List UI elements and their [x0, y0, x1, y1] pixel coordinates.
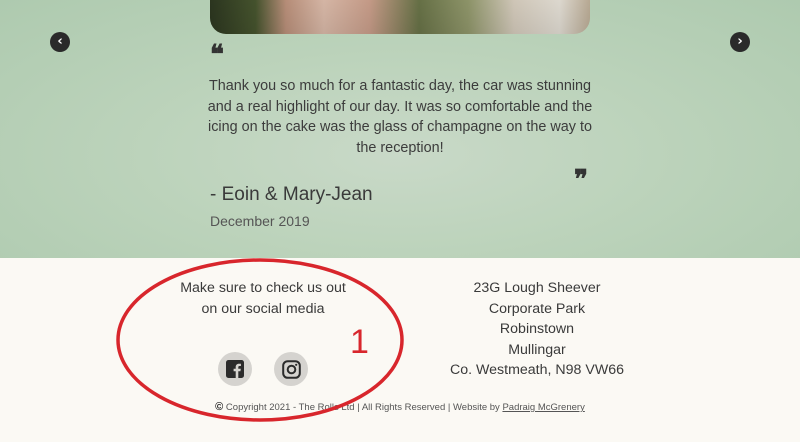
testimonial-section: ‹ › ❝ Thank you so much for a fantastic … — [0, 0, 800, 258]
website-credit-link[interactable]: Padraig McGrenery — [502, 402, 584, 413]
site-footer: Make sure to check us out on our social … — [0, 258, 800, 442]
copyright-icon: © — [215, 401, 224, 413]
testimonial-author: - Eoin & Mary-Jean — [210, 184, 373, 205]
address-line: Robinstown — [499, 321, 575, 337]
business-address: 23G Lough Sheever Corporate Park Robinst… — [440, 278, 634, 381]
instagram-icon — [281, 359, 301, 379]
facebook-icon — [226, 360, 244, 378]
testimonial-text: Thank you so much for a fantastic day, t… — [207, 78, 593, 156]
chevron-right-icon: › — [737, 34, 743, 49]
social-media-text: Make sure to check us out on our social … — [180, 280, 346, 317]
carousel-prev-button[interactable]: ‹ — [50, 32, 70, 52]
couple-photo — [210, 0, 590, 34]
facebook-button[interactable] — [218, 352, 252, 386]
carousel-next-button[interactable]: › — [730, 32, 750, 52]
copyright-text: Copyright 2021 - The Rolls Ltd | All Rig… — [225, 402, 500, 413]
testimonial-date: December 2019 — [210, 213, 310, 229]
address-line: Mullingar — [508, 341, 566, 358]
instagram-button[interactable] — [274, 352, 308, 386]
quote-open-icon: ❝ — [210, 40, 224, 70]
address-line: 23G Lough Sheever — [473, 280, 601, 296]
copyright-notice: © Copyright 2021 - The Rolls Ltd | All R… — [0, 401, 800, 413]
address-line: Corporate Park — [488, 300, 586, 317]
address-line: Co. Westmeath, N98 VW66 — [450, 362, 624, 378]
chevron-left-icon: ‹ — [57, 34, 63, 49]
quote-close-icon: ❞ — [574, 165, 588, 195]
annotation-number: 1 — [350, 323, 369, 361]
